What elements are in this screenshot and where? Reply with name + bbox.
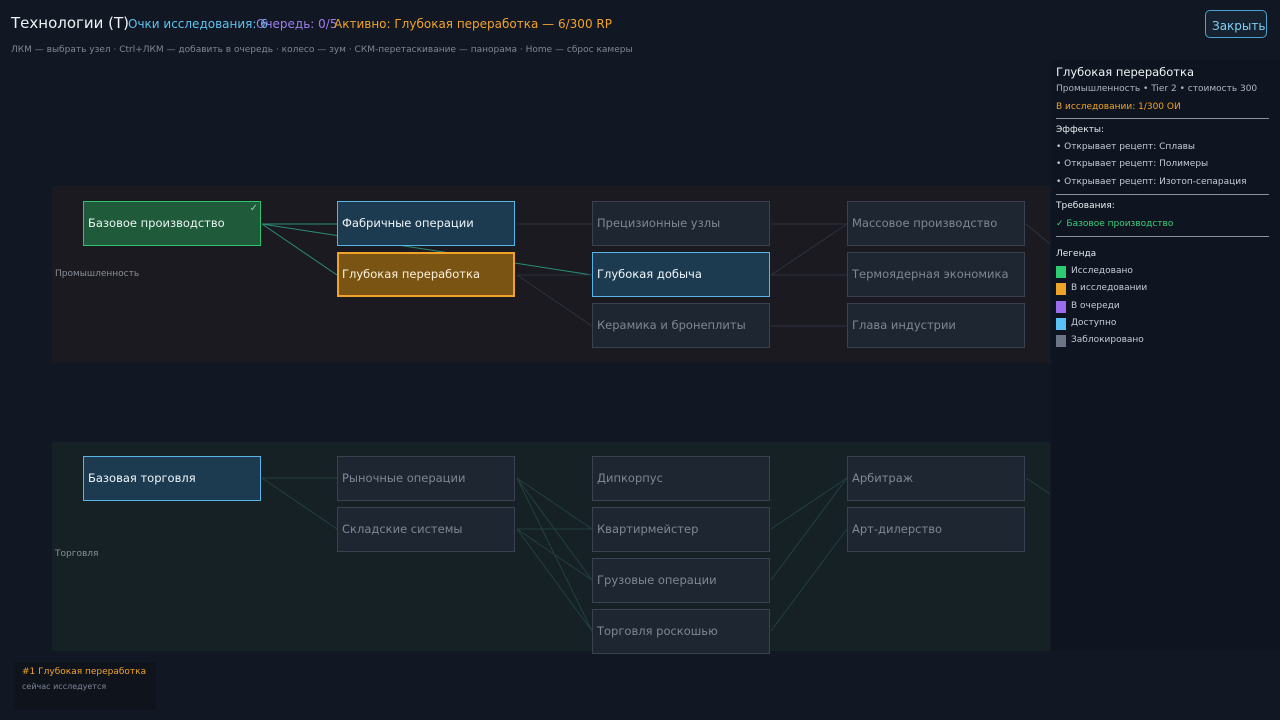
tech-node-label: Складские системы bbox=[342, 522, 463, 536]
legend-label-researched: Исследовано bbox=[1071, 266, 1133, 276]
tech-node-art-dealing[interactable]: Арт-дилерство bbox=[847, 507, 1025, 552]
link-line bbox=[261, 223, 338, 276]
tech-node-label: Базовая торговля bbox=[88, 471, 196, 485]
tech-node-factory-ops[interactable]: Фабричные операции bbox=[337, 201, 515, 246]
tech-node-arbitrage[interactable]: Арбитраж bbox=[847, 456, 1025, 501]
legend-label-locked: Заблокировано bbox=[1071, 335, 1144, 345]
link-line bbox=[770, 477, 848, 581]
active-research-label: Активно: Глубокая переработка — 6/300 RP bbox=[334, 17, 612, 31]
queue-count-label: Очередь: 0/5 bbox=[256, 17, 338, 31]
effect-item: • Открывает рецепт: Изотоп-сепарация bbox=[1056, 177, 1247, 187]
legend-heading: Легенда bbox=[1056, 249, 1097, 259]
tech-node-label: Глубокая добыча bbox=[597, 267, 702, 281]
link-line bbox=[261, 477, 338, 530]
tech-node-label: Прецизионные узлы bbox=[597, 216, 721, 230]
tech-node-label: Арт-дилерство bbox=[852, 522, 943, 536]
queue-item-title[interactable]: #1 Глубокая переработка bbox=[22, 667, 146, 677]
tech-node-ceramics[interactable]: Керамика и бронеплиты bbox=[592, 303, 770, 348]
divider bbox=[1056, 236, 1269, 237]
tech-node-market-ops[interactable]: Рыночные операции bbox=[337, 456, 515, 501]
link-line bbox=[1025, 477, 1051, 495]
legend-label-queued: В очереди bbox=[1071, 301, 1120, 311]
tech-node-label: Керамика и бронеплиты bbox=[597, 318, 746, 332]
effects-heading: Эффекты: bbox=[1056, 125, 1105, 135]
controls-hint: ЛКМ — выбрать узел · Ctrl+ЛКМ — добавить… bbox=[11, 45, 633, 55]
tech-node-label: Грузовые операции bbox=[597, 573, 717, 587]
link-line bbox=[516, 528, 593, 581]
tech-node-label: Торговля роскошью bbox=[597, 624, 718, 638]
effect-item: • Открывает рецепт: Сплавы bbox=[1056, 142, 1195, 152]
link-line bbox=[1025, 223, 1051, 245]
tech-node-luxury-trade[interactable]: Торговля роскошью bbox=[592, 609, 770, 654]
tech-node-label: Дипкорпус bbox=[597, 471, 663, 485]
details-subtitle: Промышленность • Tier 2 • стоимость 300 bbox=[1056, 84, 1258, 94]
tech-node-diplomatic[interactable]: Дипкорпус bbox=[592, 456, 770, 501]
divider bbox=[1056, 194, 1269, 195]
details-status: В исследовании: 1/300 ОИ bbox=[1056, 102, 1181, 112]
tech-tree-canvas[interactable]: Промышленность Торговля Базовое производ… bbox=[0, 64, 1052, 720]
link-line bbox=[770, 528, 848, 632]
research-points-label: Очки исследования: 6 bbox=[128, 17, 268, 31]
legend-label-researching: В исследовании bbox=[1071, 283, 1148, 293]
legend-swatch-researched bbox=[1056, 266, 1066, 278]
details-title: Глубокая переработка bbox=[1056, 65, 1194, 79]
research-queue-panel: #1 Глубокая переработка сейчас исследует… bbox=[14, 662, 156, 710]
tech-node-cargo-ops[interactable]: Грузовые операции bbox=[592, 558, 770, 603]
effect-item: • Открывает рецепт: Полимеры bbox=[1056, 159, 1209, 169]
legend-swatch-available bbox=[1056, 318, 1066, 330]
tech-node-label: Рыночные операции bbox=[342, 471, 466, 485]
requirements-heading: Требования: bbox=[1056, 201, 1115, 211]
page-title: Технологии (T) bbox=[11, 14, 130, 32]
legend-swatch-queued bbox=[1056, 301, 1066, 313]
tech-node-basic-trade[interactable]: Базовая торговля bbox=[83, 456, 261, 501]
tech-node-industry-chief[interactable]: Глава индустрии bbox=[847, 303, 1025, 348]
researched-check-icon: ✓ bbox=[249, 203, 258, 214]
tech-node-label: Фабричные операции bbox=[342, 216, 474, 230]
tech-node-label: Арбитраж bbox=[852, 471, 914, 485]
link-line bbox=[516, 528, 593, 632]
tech-node-precision-units[interactable]: Прецизионные узлы bbox=[592, 201, 770, 246]
tech-node-warehouse[interactable]: Складские системы bbox=[337, 507, 515, 552]
requirement-item: ✓ Базовое производство bbox=[1056, 219, 1174, 229]
tech-node-mass-production[interactable]: Массовое производство bbox=[847, 201, 1025, 246]
tech-node-deep-mining[interactable]: Глубокая добыча bbox=[592, 252, 770, 297]
dependency-lines bbox=[261, 223, 1051, 632]
tech-node-label: Глава индустрии bbox=[852, 318, 956, 332]
legend-swatch-locked bbox=[1056, 335, 1066, 347]
tech-details-panel: Глубокая переработка Промышленность • Ti… bbox=[1052, 60, 1280, 650]
tech-node-basic-production[interactable]: Базовое производство ✓ bbox=[83, 201, 261, 246]
tech-node-label: Термоядерная экономика bbox=[852, 267, 1009, 281]
queue-item-note: сейчас исследуется bbox=[22, 682, 107, 691]
divider bbox=[1056, 118, 1269, 119]
header-bar: Технологии (T) Очки исследования: 6 Очер… bbox=[0, 0, 1280, 64]
legend-label-available: Доступно bbox=[1071, 318, 1117, 328]
link-line bbox=[770, 477, 848, 530]
tech-node-deep-processing[interactable]: Глубокая переработка bbox=[337, 252, 515, 297]
tech-node-label: Глубокая переработка bbox=[342, 267, 480, 281]
link-line bbox=[770, 223, 848, 276]
tech-node-quartermaster[interactable]: Квартирмейстер bbox=[592, 507, 770, 552]
close-button[interactable]: Закрыть bbox=[1205, 10, 1267, 38]
tech-node-label: Квартирмейстер bbox=[597, 522, 699, 536]
legend-swatch-researching bbox=[1056, 283, 1066, 295]
tech-node-label: Базовое производство bbox=[88, 216, 225, 230]
link-line bbox=[516, 274, 593, 327]
link-line bbox=[516, 477, 593, 530]
tech-node-fusion-economy[interactable]: Термоядерная экономика bbox=[847, 252, 1025, 297]
tech-node-label: Массовое производство bbox=[852, 216, 998, 230]
